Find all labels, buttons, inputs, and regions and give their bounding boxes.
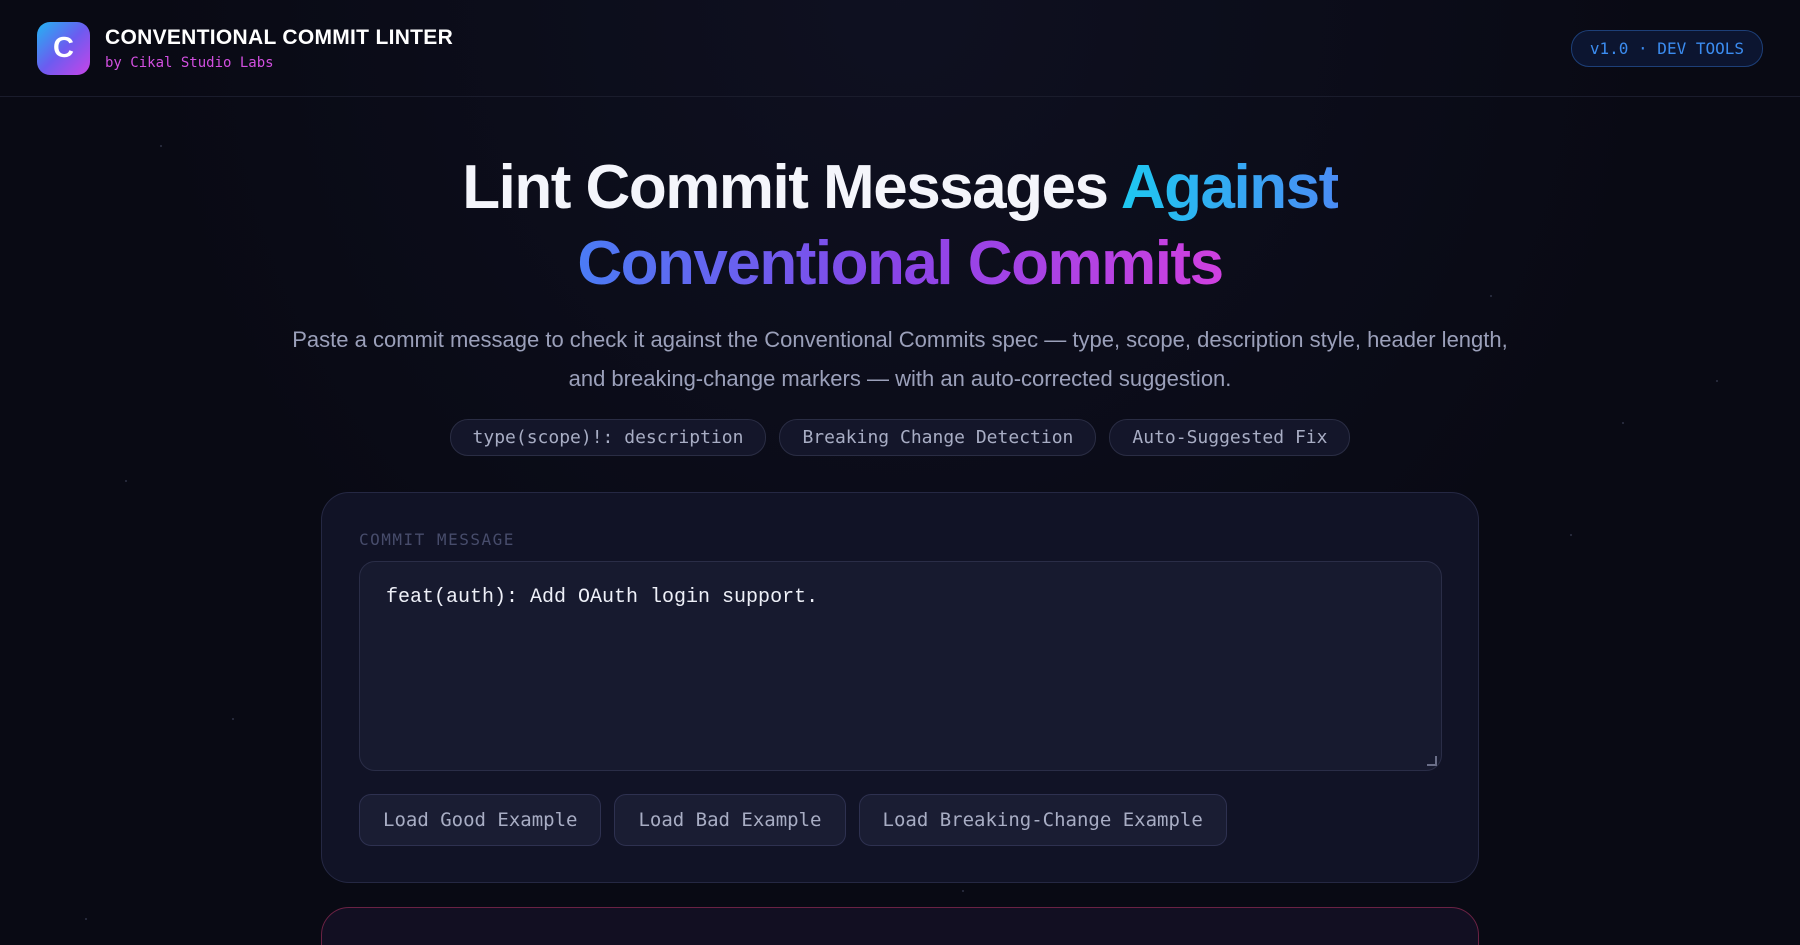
hero-description: Paste a commit message to check it again… xyxy=(250,320,1550,398)
hero-title: Lint Commit Messages Against Conventiona… xyxy=(0,150,1800,302)
commit-message-value: feat(auth): Add OAuth login support. xyxy=(386,586,819,609)
hero-title-part1: Lint Commit Messages xyxy=(462,153,1121,222)
load-breaking-change-example-button[interactable]: Load Breaking-Change Example xyxy=(858,794,1227,846)
app-subtitle: by Cikal Studio Labs xyxy=(105,54,274,71)
feature-pills: type(scope)!: description Breaking Chang… xyxy=(0,419,1800,456)
load-good-example-button[interactable]: Load Good Example xyxy=(359,794,602,846)
commit-message-input[interactable]: feat(auth): Add OAuth login support. xyxy=(359,561,1442,771)
hero-description-line2: and breaking-change markers — with an au… xyxy=(568,366,1232,391)
hero-section: Lint Commit Messages Against Conventiona… xyxy=(0,150,1800,456)
version-badge: v1.0 · DEV TOOLS xyxy=(1570,29,1763,67)
hero-description-line1: Paste a commit message to check it again… xyxy=(292,327,1508,352)
lint-result-card xyxy=(321,907,1479,945)
pill-format: type(scope)!: description xyxy=(449,419,767,456)
pill-auto-fix: Auto-Suggested Fix xyxy=(1109,419,1351,456)
pill-breaking-change: Breaking Change Detection xyxy=(779,419,1097,456)
load-bad-example-button[interactable]: Load Bad Example xyxy=(614,794,846,846)
top-bar: C CONVENTIONAL COMMIT LINTER by Cikal St… xyxy=(0,0,1800,97)
app-title: CONVENTIONAL COMMIT LINTER xyxy=(105,25,454,49)
app-logo-icon: C xyxy=(37,21,90,75)
resize-handle-icon[interactable] xyxy=(1427,756,1437,766)
hero-title-part2: Against xyxy=(1120,153,1339,222)
commit-message-label: COMMIT MESSAGE xyxy=(359,530,515,549)
brand-text: CONVENTIONAL COMMIT LINTER by Cikal Stud… xyxy=(105,26,453,71)
example-buttons: Load Good Example Load Bad Example Load … xyxy=(359,794,1441,846)
brand[interactable]: C CONVENTIONAL COMMIT LINTER by Cikal St… xyxy=(37,21,453,75)
hero-title-part3: Conventional Commits xyxy=(577,229,1224,298)
commit-input-card: COMMIT MESSAGE feat(auth): Add OAuth log… xyxy=(321,492,1479,883)
